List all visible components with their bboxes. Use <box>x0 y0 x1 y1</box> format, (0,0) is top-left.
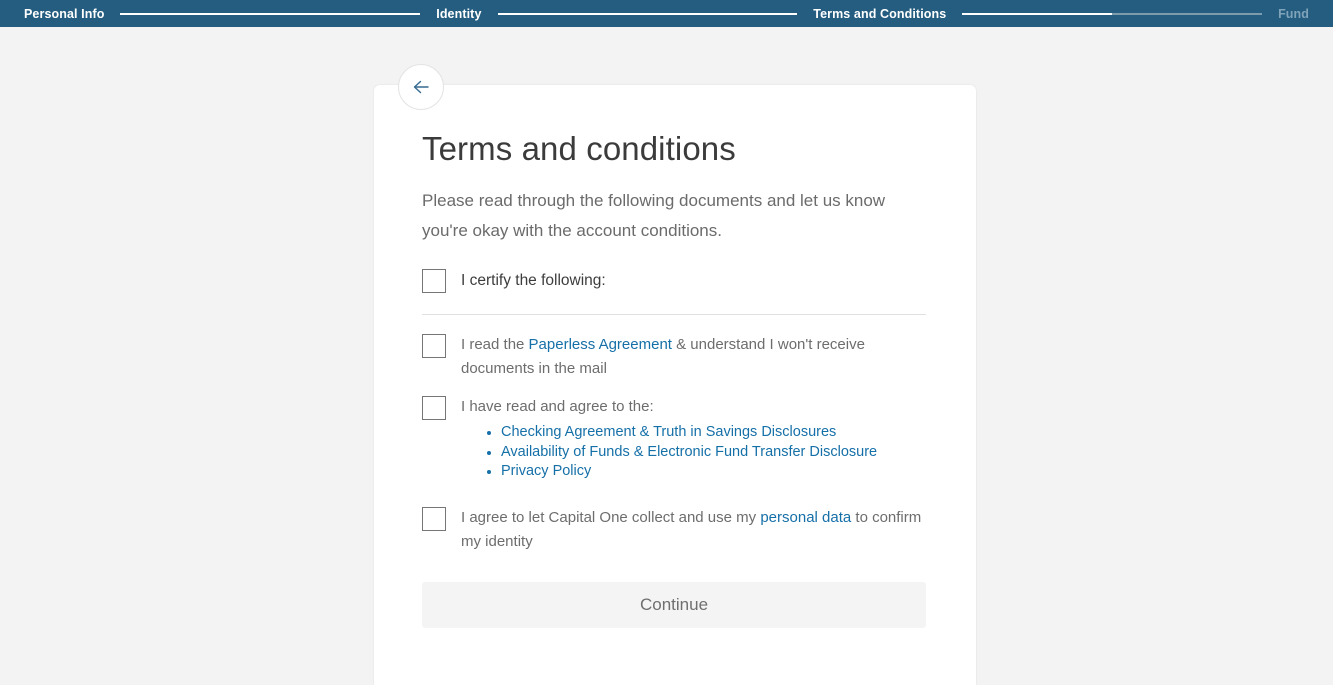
paperless-agreement-link[interactable]: Paperless Agreement <box>529 336 672 353</box>
list-item[interactable]: Privacy Policy <box>487 462 877 482</box>
arrow-left-icon <box>409 75 433 99</box>
agreement-row-personal-data[interactable]: I agree to let Capital One collect and u… <box>422 506 928 554</box>
availability-of-funds-link[interactable]: Availability of Funds & Electronic Fund … <box>501 444 877 460</box>
page-title: Terms and conditions <box>422 130 736 167</box>
certify-checkbox[interactable] <box>422 269 446 293</box>
agreement-row-paperless[interactable]: I read the Paperless Agreement & underst… <box>422 333 928 381</box>
personal-data-link[interactable]: personal data <box>760 509 851 526</box>
list-item[interactable]: Availability of Funds & Electronic Fund … <box>487 443 877 463</box>
privacy-policy-link[interactable]: Privacy Policy <box>501 463 591 479</box>
list-item[interactable]: Checking Agreement & Truth in Savings Di… <box>487 423 877 443</box>
progress-connector-2 <box>497 12 798 15</box>
agreement-row-disclosures[interactable]: I have read and agree to the: Checking A… <box>422 395 928 482</box>
personal-data-checkbox[interactable] <box>422 506 446 531</box>
paperless-label: I read the Paperless Agreement & underst… <box>461 333 928 381</box>
continue-button[interactable]: Continue <box>422 581 926 628</box>
section-divider <box>422 314 926 315</box>
terms-card: Terms and conditions Please read through… <box>374 85 976 685</box>
certify-row[interactable]: I certify the following: <box>422 268 928 294</box>
checking-agreement-link[interactable]: Checking Agreement & Truth in Savings Di… <box>501 424 836 440</box>
back-button[interactable] <box>398 64 444 110</box>
progress-step-fund: Fund <box>1278 6 1310 21</box>
progress-step-identity[interactable]: Identity <box>436 0 481 21</box>
progress-nav: Personal Info Identity Terms and Conditi… <box>0 0 1333 27</box>
disclosures-block: I have read and agree to the: Checking A… <box>461 395 877 482</box>
disclosures-label: I have read and agree to the: <box>461 398 654 415</box>
paperless-text-before: I read the <box>461 336 529 353</box>
paperless-checkbox[interactable] <box>422 334 446 358</box>
personal-data-text-before: I agree to let Capital One collect and u… <box>461 508 761 526</box>
progress-step-personal-info[interactable]: Personal Info <box>24 0 104 21</box>
personal-data-label: I agree to let Capital One collect and u… <box>461 506 928 554</box>
disclosures-checkbox[interactable] <box>422 396 446 420</box>
card-content: Terms and conditions Please read through… <box>422 130 928 628</box>
progress-connector-1 <box>120 12 421 15</box>
progress-connector-3 <box>962 12 1263 15</box>
intro-text: Please read through the following docume… <box>422 191 886 240</box>
certify-label: I certify the following: <box>461 272 606 289</box>
disclosure-link-list: Checking Agreement & Truth in Savings Di… <box>461 423 877 482</box>
progress-step-terms-and-conditions[interactable]: Terms and Conditions <box>813 0 946 21</box>
